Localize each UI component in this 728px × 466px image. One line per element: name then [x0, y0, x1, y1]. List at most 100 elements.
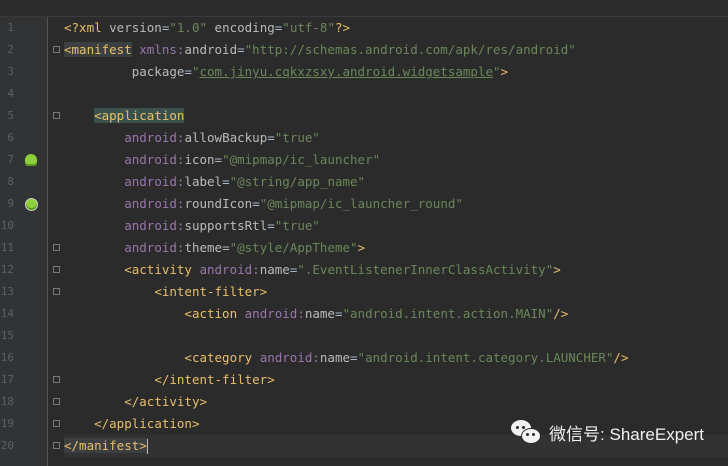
code-token: <application: [94, 108, 185, 123]
code-line[interactable]: </activity>: [64, 391, 728, 413]
fold-toggle[interactable]: [53, 376, 60, 383]
code-token: "true": [274, 218, 320, 233]
code-token: android:: [124, 152, 185, 167]
code-line[interactable]: <manifest xmlns:android="http://schemas.…: [64, 39, 728, 61]
line-number: 15: [0, 329, 14, 342]
code-token: <action: [184, 306, 245, 321]
code-token: android: [184, 42, 238, 57]
code-token: android:: [124, 174, 185, 189]
code-token: "@mipmap/ic_launcher": [222, 152, 381, 167]
code-token: <category: [184, 350, 260, 365]
code-line[interactable]: android:allowBackup="true": [64, 127, 728, 149]
code-editor[interactable]: 1 2 3 4 5 6 7 8 9 10 11 12 13 14 15 16 17 18 19 20 <?xml ve…: [0, 0, 728, 466]
code-line[interactable]: <activity android:name=".EventListenerIn…: [64, 259, 728, 281]
code-token: encoding: [214, 20, 275, 35]
code-token: >: [553, 262, 561, 277]
code-token: com.jinyu.cqkxzsxy.android.widgetsample: [199, 64, 493, 79]
code-token: </intent-filter>: [154, 372, 275, 387]
code-token: label: [184, 174, 223, 189]
code-token: ".EventListenerInnerClassActivity": [297, 262, 554, 277]
fold-toggle[interactable]: [53, 442, 60, 449]
code-token: "true": [274, 130, 320, 145]
fold-toggle[interactable]: [53, 46, 60, 53]
code-token: android:: [124, 196, 185, 211]
code-line[interactable]: <category android:name="android.intent.c…: [64, 347, 728, 369]
code-token: "http://schemas.android.com/apk/res/andr…: [244, 42, 576, 57]
code-token: =: [334, 306, 343, 321]
code-token: version: [109, 20, 162, 35]
code-token: <activity: [124, 262, 200, 277]
wechat-icon: [511, 420, 542, 444]
android-icon[interactable]: [25, 154, 37, 166]
line-number: 4: [7, 87, 14, 100]
text-caret: [146, 439, 148, 454]
code-token: =: [214, 152, 223, 167]
fold-toggle[interactable]: [53, 266, 60, 273]
code-token: <?xml: [64, 20, 110, 35]
code-line[interactable]: </intent-filter>: [64, 369, 728, 391]
code-line[interactable]: android:icon="@mipmap/ic_launcher": [64, 149, 728, 171]
code-token: android:: [124, 130, 185, 145]
fold-toggle[interactable]: [53, 244, 60, 251]
code-token: =: [184, 64, 192, 79]
code-token: android:: [124, 240, 185, 255]
code-line[interactable]: android:roundIcon="@mipmap/ic_launcher_r…: [64, 193, 728, 215]
fold-toggle[interactable]: [53, 420, 60, 427]
code-token: theme: [184, 240, 223, 255]
line-number: 5: [7, 109, 14, 122]
line-number: 6: [7, 131, 14, 144]
line-number: 10: [0, 219, 14, 232]
fold-toggle[interactable]: [53, 398, 60, 405]
line-number: 3: [7, 65, 14, 78]
line-number-gutter[interactable]: 1 2 3 4 5 6 7 8 9 10 11 12 13 14 15 16 17 18 19 20: [0, 17, 48, 466]
line-number: 9: [7, 197, 14, 210]
code-token: "android.intent.action.MAIN": [342, 306, 554, 321]
line-number: 19: [0, 417, 14, 430]
editor-top-strip: [0, 0, 728, 17]
code-token: ?>: [334, 20, 351, 35]
code-line[interactable]: [64, 83, 728, 105]
code-token: name: [259, 262, 290, 277]
code-line[interactable]: [64, 325, 728, 347]
code-line[interactable]: android:theme="@style/AppTheme">: [64, 237, 728, 259]
code-token: supportsRtl: [184, 218, 268, 233]
android-round-icon[interactable]: [25, 198, 38, 211]
code-line[interactable]: <action android:name="android.intent.act…: [64, 303, 728, 325]
code-token: android:: [199, 262, 260, 277]
code-token: =: [252, 196, 260, 211]
code-token: =: [222, 174, 230, 189]
code-token: android:: [244, 306, 305, 321]
code-token: >: [357, 240, 366, 255]
code-token: />: [553, 306, 569, 321]
fold-toggle[interactable]: [53, 112, 60, 119]
code-token: name: [304, 306, 335, 321]
code-token: allowBackup: [184, 130, 268, 145]
code-line[interactable]: android:label="@string/app_name": [64, 171, 728, 193]
code-token: "android.intent.category.LAUNCHER": [357, 350, 614, 365]
code-token: =: [267, 218, 275, 233]
code-token: name: [319, 350, 351, 365]
code-line[interactable]: android:supportsRtl="true": [64, 215, 728, 237]
line-number: 7: [7, 153, 14, 166]
code-line[interactable]: <?xml version="1.0" encoding="utf-8"?>: [64, 17, 728, 39]
code-token: ": [492, 64, 501, 79]
code-token: "@string/app_name": [229, 174, 366, 189]
code-line[interactable]: <intent-filter>: [64, 281, 728, 303]
line-number: 1: [7, 21, 14, 34]
fold-toggle[interactable]: [53, 288, 60, 295]
line-number: 17: [0, 373, 14, 386]
code-token: android:: [124, 218, 185, 233]
code-token: package: [131, 64, 185, 79]
line-number: 2: [7, 43, 14, 56]
code-line[interactable]: <application: [64, 105, 728, 127]
code-line[interactable]: package= "com.jinyu.cqkxzsxy.android.widg…: [64, 61, 728, 83]
